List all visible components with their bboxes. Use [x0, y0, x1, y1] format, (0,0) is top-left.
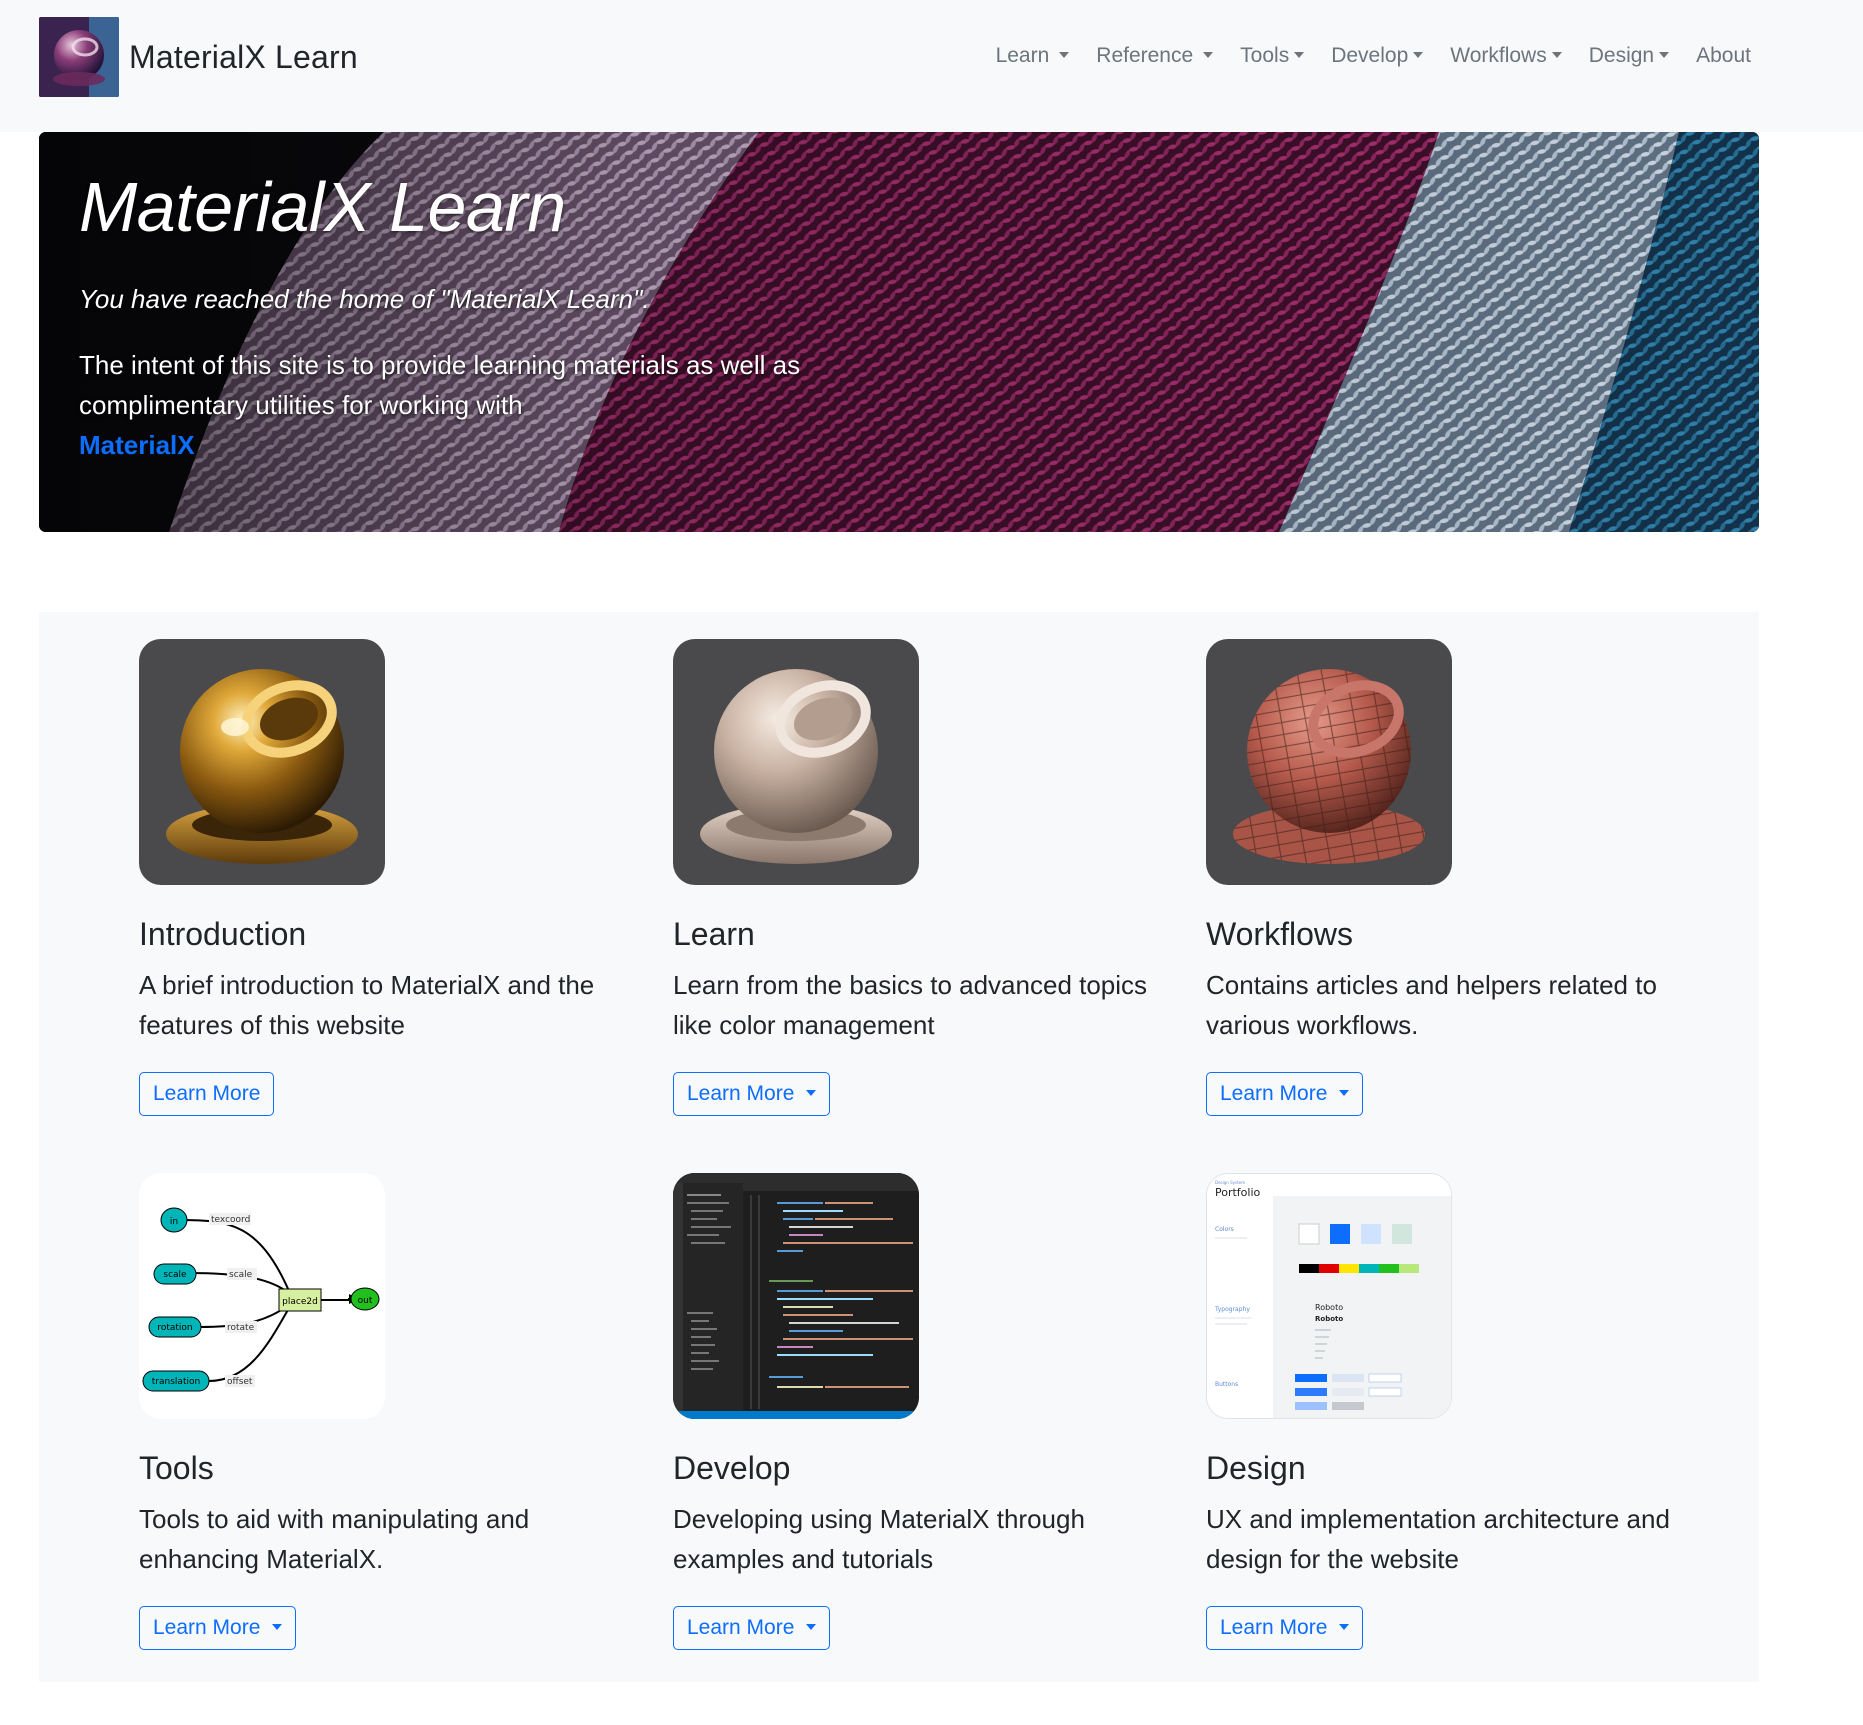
button-label: Learn More: [1220, 1082, 1328, 1105]
develop-learn-more-dropdown[interactable]: Learn More: [673, 1606, 831, 1650]
card-develop: Develop Developing using MaterialX throu…: [673, 1173, 1173, 1579]
tools-learn-more-dropdown[interactable]: Learn More: [139, 1606, 297, 1650]
hero-title: MaterialX Learn: [79, 168, 566, 246]
design-system-caption: Design System: [1215, 1180, 1245, 1185]
port-scale: scale: [229, 1270, 253, 1280]
node-rotation: rotation: [157, 1323, 192, 1333]
card-design: Design System Portfolio Colors Typograph…: [1206, 1173, 1706, 1579]
button-label: Learn More: [153, 1616, 261, 1639]
workflows-learn-more-dropdown[interactable]: Learn More: [1206, 1072, 1364, 1116]
nav-design-label: Design: [1588, 44, 1655, 67]
card-tools: texcoord scale rotate offset in scale ro…: [139, 1173, 639, 1579]
feature-cards-section: Introduction A brief introduction to Mat…: [39, 612, 1759, 1682]
code-editor-image[interactable]: [673, 1173, 919, 1419]
caret-down-icon: [806, 1624, 817, 1630]
nav-develop-label: Develop: [1331, 44, 1409, 67]
node-translation: translation: [152, 1377, 200, 1387]
node-scale: scale: [163, 1270, 187, 1280]
hero-banner: MaterialX Learn You have reached the hom…: [39, 132, 1759, 532]
card-text: Developing using MaterialX through examp…: [673, 1504, 1085, 1575]
nav-reference[interactable]: Reference: [1096, 44, 1214, 68]
nav-design[interactable]: Design: [1588, 44, 1670, 68]
portfolio-title: Portfolio: [1215, 1186, 1261, 1199]
design-portfolio-image[interactable]: Design System Portfolio Colors Typograph…: [1206, 1173, 1452, 1419]
nav-develop[interactable]: Develop: [1331, 44, 1424, 68]
card-title: Introduction: [139, 916, 307, 952]
button-label: Learn More: [1220, 1616, 1328, 1639]
materialx-sphere-logo-icon: [39, 17, 119, 97]
silver-sphere-image[interactable]: [673, 639, 919, 885]
button-label: Learn More: [153, 1082, 261, 1105]
caret-down-icon: [1551, 52, 1562, 58]
node-in: in: [170, 1217, 178, 1227]
caret-down-icon: [1203, 52, 1214, 58]
nav-tools-label: Tools: [1240, 44, 1290, 67]
card-text: UX and implementation architecture and d…: [1206, 1504, 1670, 1575]
nav-tools[interactable]: Tools: [1240, 44, 1305, 68]
caret-down-icon: [1659, 52, 1670, 58]
design-learn-more-dropdown[interactable]: Learn More: [1206, 1606, 1364, 1650]
typography-section-label: Typography: [1214, 1306, 1250, 1313]
introduction-learn-more-button[interactable]: Learn More: [139, 1072, 275, 1116]
nav-reference-label: Reference: [1096, 44, 1194, 67]
colors-section-label: Colors: [1215, 1226, 1234, 1233]
node-graph-image[interactable]: texcoord scale rotate offset in scale ro…: [139, 1173, 385, 1419]
card-text: Tools to aid with manipulating and enhan…: [139, 1504, 530, 1575]
learn-learn-more-dropdown[interactable]: Learn More: [673, 1072, 831, 1116]
card-title: Learn: [673, 916, 755, 952]
caret-down-icon: [1059, 52, 1070, 58]
card-title: Workflows: [1206, 916, 1353, 952]
hero-body-text: The intent of this site is to provide le…: [79, 350, 801, 421]
caret-down-icon: [806, 1090, 817, 1096]
port-offset: offset: [227, 1377, 253, 1387]
card-introduction: Introduction A brief introduction to Mat…: [139, 639, 639, 1045]
nav-about-label: About: [1696, 44, 1751, 67]
button-label: Learn More: [687, 1616, 795, 1639]
nav-workflows[interactable]: Workflows: [1450, 44, 1562, 68]
hero-subtitle: You have reached the home of "MaterialX …: [79, 284, 650, 314]
card-title: Develop: [673, 1450, 791, 1486]
card-text: Learn from the basics to advanced topics…: [673, 970, 1148, 1041]
nav-about[interactable]: About: [1696, 44, 1751, 68]
nav-workflows-label: Workflows: [1450, 44, 1547, 67]
node-place2d: place2d: [282, 1297, 318, 1307]
node-out: out: [358, 1296, 373, 1306]
hero-content: MaterialX Learn You have reached the hom…: [79, 172, 879, 465]
port-rotate: rotate: [227, 1323, 255, 1333]
card-workflows: Workflows Contains articles and helpers …: [1206, 639, 1706, 1045]
card-text: A brief introduction to MaterialX and th…: [139, 970, 595, 1041]
caret-down-icon: [1413, 52, 1424, 58]
caret-down-icon: [1339, 1090, 1350, 1096]
hero-body: The intent of this site is to provide le…: [79, 345, 859, 465]
card-title: Tools: [139, 1450, 214, 1486]
caret-down-icon: [1294, 52, 1305, 58]
caret-down-icon: [1339, 1624, 1350, 1630]
card-title: Design: [1206, 1450, 1306, 1486]
navbar: MaterialX Learn Learn Reference Tools De…: [0, 0, 1863, 132]
card-text: Contains articles and helpers related to…: [1206, 970, 1657, 1041]
card-learn: Learn Learn from the basics to advanced …: [673, 639, 1173, 1045]
brand-link[interactable]: MaterialX Learn: [39, 17, 358, 97]
materialx-link[interactable]: MaterialX: [79, 430, 195, 460]
font-sample-roboto: Roboto: [1315, 1303, 1343, 1312]
nav-learn[interactable]: Learn: [996, 44, 1070, 68]
font-sample-roboto-bold: Roboto: [1315, 1315, 1343, 1323]
port-texcoord: texcoord: [211, 1215, 250, 1225]
nav-learn-label: Learn: [995, 44, 1050, 67]
brick-sphere-image[interactable]: [1206, 639, 1452, 885]
brand-title: MaterialX Learn: [129, 38, 358, 75]
button-label: Learn More: [687, 1082, 795, 1105]
caret-down-icon: [272, 1624, 283, 1630]
buttons-section-label: Buttons: [1215, 1381, 1238, 1388]
main-nav: Learn Reference Tools Develop Workflows …: [969, 44, 1751, 68]
gold-sphere-image[interactable]: [139, 639, 385, 885]
